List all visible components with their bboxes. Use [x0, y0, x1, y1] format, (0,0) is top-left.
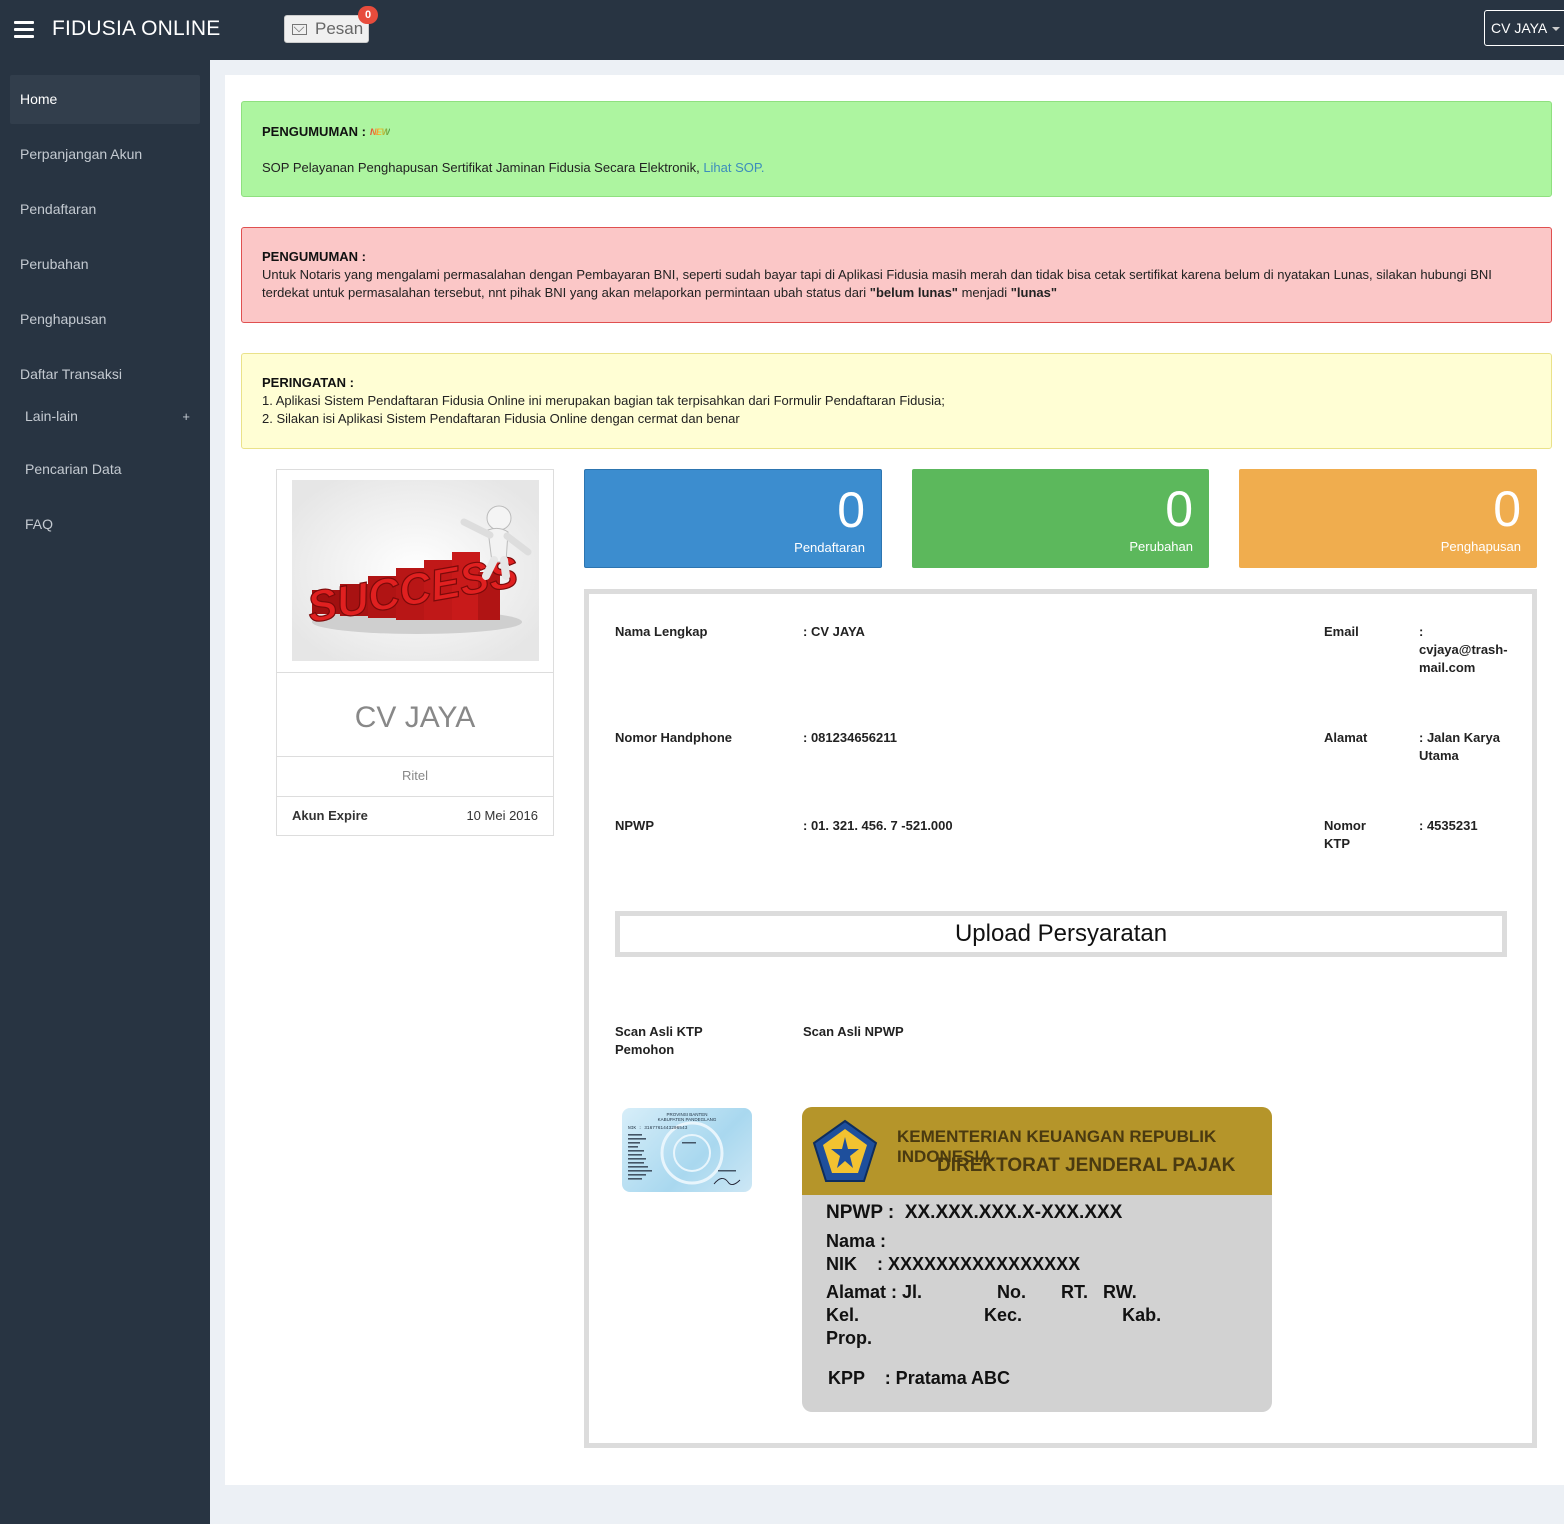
scan-ktp-label: Scan Asli KTP Pemohon [615, 1024, 703, 1057]
alamat-label: Alamat [1324, 730, 1368, 745]
lihat-sop-link[interactable]: Lihat SOP. [703, 160, 764, 175]
stat-perubahan[interactable]: 0 Perubahan [912, 469, 1209, 568]
account-expire-label: Akun Expire [292, 808, 368, 823]
sidebar-item-pencarian-data[interactable]: Pencarian Data [10, 445, 200, 494]
ministry-emblem-icon [812, 1119, 878, 1182]
sidebar-item-pendaftaran[interactable]: Pendaftaran [10, 185, 200, 234]
status-lunas: "lunas" [1010, 285, 1058, 300]
npwp-value: : 01. 321. 456. 7 -521.000 [803, 818, 953, 833]
npwp-kel-row: Kel. Kec. Kab. [826, 1305, 1162, 1325]
stat-value: 0 [1165, 481, 1193, 537]
nomor-ktp-value: : 4535231 [1419, 818, 1478, 833]
npwp-prop-row: Prop. [826, 1328, 873, 1348]
detail-panel: Nama Lengkap : CV JAYA Email : cvjaya@tr… [584, 589, 1537, 1448]
warning-line-2: 2. Silakan isi Aplikasi Sistem Pendaftar… [262, 411, 740, 426]
messages-label: Pesan [315, 19, 364, 38]
profile-image: SUCCESS [292, 480, 539, 661]
announcement-connector: menjadi [961, 285, 1008, 300]
user-menu-button[interactable]: CV JAYA [1484, 10, 1564, 46]
nomor-ktp-label: Nomor KTP [1324, 818, 1366, 851]
envelope-icon [292, 24, 307, 35]
nama-lengkap-label: Nama Lengkap [615, 624, 708, 639]
ktp-scan-thumbnail[interactable]: PROVINSI BANTEN KABUPATEN PANDEGLANG NIK… [622, 1108, 752, 1192]
stat-value: 0 [837, 482, 865, 538]
npwp-label: NPWP [615, 818, 654, 833]
npwp-kpp-row: KPP : Pratama ABC [828, 1368, 1011, 1388]
plus-icon: + [182, 409, 190, 424]
announcement-title-row: PENGUMUMAN : NEW [262, 123, 1531, 141]
npwp-nama-row: Nama : [826, 1231, 887, 1251]
warning-line-1: 1. Aplikasi Sistem Pendaftaran Fidusia O… [262, 393, 945, 408]
sidebar-item-perubahan[interactable]: Perubahan [10, 240, 200, 289]
svg-text:NIK : 3167761443206543: NIK : 3167761443206543 [628, 1125, 688, 1131]
npwp-alamat-row: Alamat : Jl. No. RT. RW. [826, 1282, 1137, 1302]
stat-label: Penghapusan [1440, 539, 1521, 554]
profile-name: CV JAYA [277, 672, 553, 757]
announcement-text: SOP Pelayanan Penghapusan Sertifikat Jam… [262, 160, 700, 175]
npwp-scan-image[interactable]: KEMENTERIAN KEUANGAN REPUBLIK INDONESIA … [802, 1107, 1272, 1412]
account-expire-value: 10 Mei 2016 [466, 808, 538, 823]
profile-type: Ritel [277, 757, 553, 797]
caret-down-icon [1552, 27, 1561, 31]
app-title[interactable]: FIDUSIA ONLINE [52, 17, 221, 41]
menu-toggle-icon[interactable] [14, 21, 34, 38]
sidebar-item-home[interactable]: Home [10, 75, 200, 124]
announcement-title: PENGUMUMAN : [262, 124, 366, 139]
stat-label: Perubahan [1129, 539, 1193, 554]
announcement-bni: PENGUMUMAN : Untuk Notaris yang mengalam… [241, 227, 1552, 323]
scan-npwp-label: Scan Asli NPWP [803, 1024, 904, 1039]
sidebar-item-faq[interactable]: FAQ [10, 500, 200, 549]
sidebar-item-penghapusan[interactable]: Penghapusan [10, 295, 200, 344]
svg-text:KABUPATEN PANDEGLANG: KABUPATEN PANDEGLANG [658, 1117, 717, 1122]
stat-value: 0 [1493, 481, 1521, 537]
nama-lengkap-value: : CV JAYA [803, 624, 865, 639]
stat-pendaftaran[interactable]: 0 Pendaftaran [584, 469, 882, 568]
warning-title: PERINGATAN : [262, 375, 354, 390]
profile-card: SUCCESS CV JAYA Ritel Akun Expire 10 Mei… [276, 469, 554, 836]
top-navbar: FIDUSIA ONLINE Pesan 0 CV JAYA [0, 0, 1564, 60]
new-badge: NEW [370, 123, 390, 141]
npwp-nik-row: NIK : XXXXXXXXXXXXXXXX [826, 1254, 1081, 1274]
status-belum-lunas: "belum lunas" [869, 285, 958, 300]
handphone-label: Nomor Handphone [615, 730, 732, 745]
ktp-card-image: PROVINSI BANTEN KABUPATEN PANDEGLANG NIK… [628, 1112, 741, 1185]
email-label: Email [1324, 624, 1359, 639]
stat-penghapusan[interactable]: 0 Penghapusan [1239, 469, 1537, 568]
user-menu-label: CV JAYA [1491, 20, 1548, 36]
npwp-directorate-name: DIREKTORAT JENDERAL PAJAK [937, 1155, 1236, 1176]
stat-label: Pendaftaran [794, 540, 865, 555]
email-value: cvjaya@trash-mail.com [1419, 642, 1508, 675]
announcement-text-row: SOP Pelayanan Penghapusan Sertifikat Jam… [262, 159, 1531, 177]
upload-persyaratan-header: Upload Persyaratan [615, 911, 1507, 957]
sidebar: Home Perpanjangan Akun Pendaftaran Perub… [0, 60, 210, 1524]
sidebar-item-lain-lain[interactable]: Lain-lain + [10, 392, 200, 441]
messages-button[interactable]: Pesan [284, 15, 369, 43]
success-illustration: SUCCESS [292, 480, 539, 661]
announcement-sop: PENGUMUMAN : NEW SOP Pelayanan Penghapusa… [241, 101, 1552, 197]
messages-count-badge: 0 [358, 6, 378, 24]
alamat-value: : Jalan Karya Utama [1419, 730, 1500, 763]
sidebar-item-label: Lain-lain [25, 408, 78, 424]
email-colon: : [1419, 624, 1424, 639]
announcement-title: PENGUMUMAN : [262, 249, 366, 264]
sidebar-item-perpanjangan-akun[interactable]: Perpanjangan Akun [10, 130, 200, 179]
handphone-value: : 081234656211 [803, 730, 897, 745]
announcement-body: Untuk Notaris yang mengalami permasalaha… [262, 266, 1531, 302]
npwp-number-row: NPWP : XX.XXX.XXX.X-XXX.XXX [826, 1202, 1123, 1223]
warning-peringatan: PERINGATAN : 1. Aplikasi Sistem Pendafta… [241, 353, 1552, 449]
